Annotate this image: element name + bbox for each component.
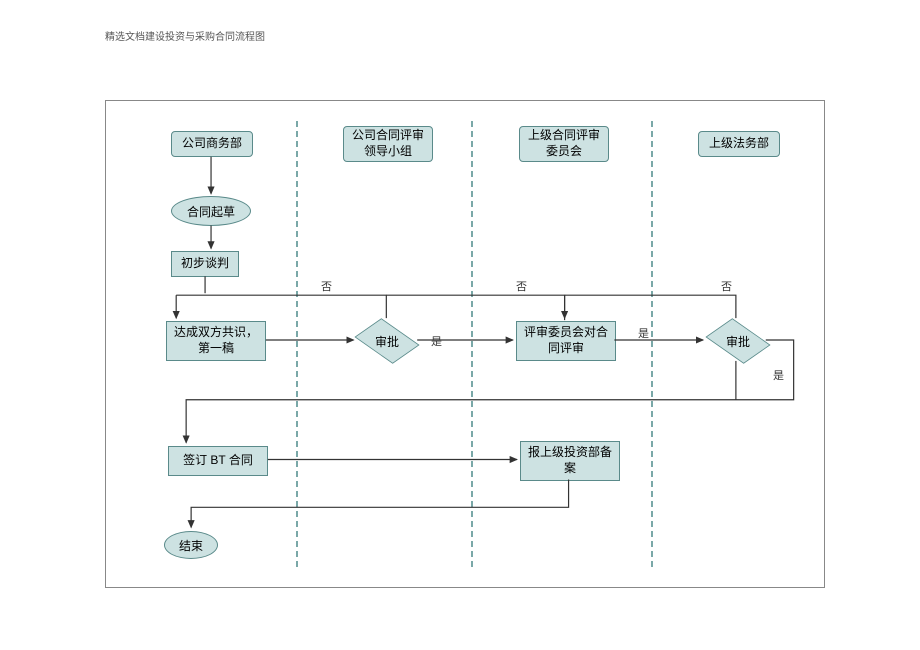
node-approval-2: 审批 bbox=[711, 322, 765, 360]
node-end: 结束 bbox=[164, 531, 218, 559]
edge-label-yes-1: 是 bbox=[431, 333, 442, 349]
lane-header-company-commerce: 公司商务部 bbox=[171, 131, 253, 157]
page-title: 精选文档建设投资与采购合同流程图 bbox=[105, 28, 265, 43]
node-initial-negotiation: 初步谈判 bbox=[171, 251, 239, 277]
lane-divider bbox=[471, 121, 473, 567]
lane-header-legal: 上级法务部 bbox=[698, 131, 780, 157]
lane-divider bbox=[296, 121, 298, 567]
node-report-filing: 报上级投资部备案 bbox=[520, 441, 620, 481]
diamond-label: 审批 bbox=[360, 322, 414, 360]
node-committee-review: 评审委员会对合同评审 bbox=[516, 321, 616, 361]
flowchart-diagram: 公司商务部 公司合同评审领导小组 上级合同评审委员会 上级法务部 合同起草 初步… bbox=[105, 100, 825, 588]
edge-label-no-3: 否 bbox=[721, 278, 732, 294]
node-approval-1: 审批 bbox=[360, 322, 414, 360]
lane-header-review-committee: 上级合同评审委员会 bbox=[519, 126, 609, 162]
edge-label-yes-2: 是 bbox=[638, 325, 649, 341]
node-consensus-first-draft: 达成双方共识，第一稿 bbox=[166, 321, 266, 361]
edge-label-yes-3: 是 bbox=[773, 367, 784, 383]
node-contract-draft: 合同起草 bbox=[171, 196, 251, 226]
lane-header-review-group: 公司合同评审领导小组 bbox=[343, 126, 433, 162]
diamond-label: 审批 bbox=[711, 322, 765, 360]
node-sign-bt-contract: 签订 BT 合同 bbox=[168, 446, 268, 476]
edge-label-no-1: 否 bbox=[321, 278, 332, 294]
edge-label-no-2: 否 bbox=[516, 278, 527, 294]
lane-divider bbox=[651, 121, 653, 567]
